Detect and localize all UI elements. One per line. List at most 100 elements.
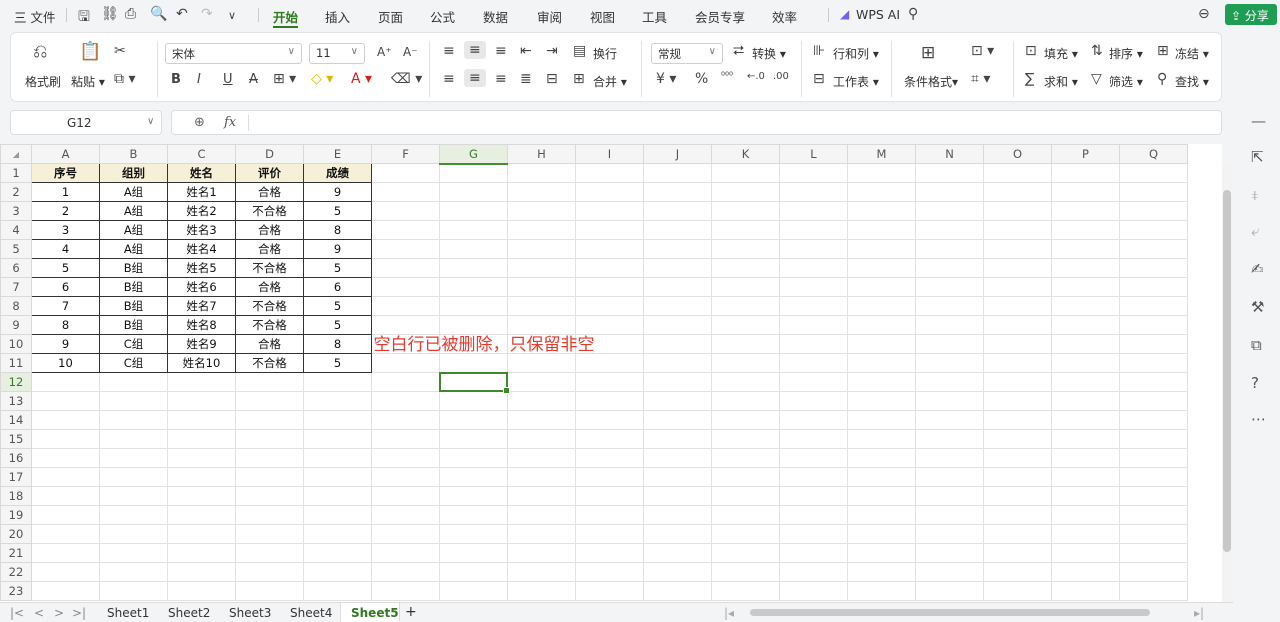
cell[interactable] (1119, 505, 1188, 525)
prev-sheet-icon[interactable]: < (34, 606, 44, 620)
cell[interactable] (371, 353, 440, 373)
cell[interactable] (99, 410, 168, 430)
cell[interactable]: 合格 (235, 239, 304, 259)
filter-icon[interactable]: ▽ (1091, 71, 1102, 87)
cell[interactable] (915, 448, 984, 468)
cell[interactable] (99, 372, 168, 392)
cell[interactable]: 序号 (31, 163, 100, 183)
cell[interactable]: 姓名 (167, 163, 236, 183)
sheet-tab-sheet5[interactable]: Sheet5 (351, 606, 399, 620)
sort-icon[interactable]: ⇅ (1091, 43, 1103, 59)
cell[interactable] (643, 486, 712, 506)
cell[interactable] (847, 524, 916, 544)
cell[interactable]: A组 (99, 220, 168, 240)
cell[interactable]: 姓名1 (167, 182, 236, 202)
cell[interactable] (643, 505, 712, 525)
fx-icon[interactable]: fx (224, 115, 236, 130)
font-name-select[interactable]: 宋体 ∨ (165, 43, 302, 64)
select-all-corner[interactable]: ◢ (0, 144, 32, 164)
tab-efficiency[interactable]: 效率 (772, 7, 797, 26)
cell[interactable] (915, 182, 984, 202)
cell[interactable] (1051, 562, 1120, 582)
cell[interactable] (99, 467, 168, 487)
cell[interactable] (983, 448, 1052, 468)
cell[interactable] (847, 315, 916, 335)
cell[interactable] (575, 543, 644, 563)
cell[interactable] (439, 467, 508, 487)
cell[interactable]: 8 (31, 315, 100, 335)
cell[interactable] (439, 505, 508, 525)
cell[interactable] (847, 277, 916, 297)
cell[interactable] (779, 505, 848, 525)
cell[interactable]: 姓名3 (167, 220, 236, 240)
cut-icon[interactable]: ✂ (114, 43, 126, 59)
cell[interactable] (303, 543, 372, 563)
cell[interactable] (1119, 372, 1188, 392)
cell[interactable] (1051, 581, 1120, 601)
align-right-icon[interactable]: ≡ (495, 71, 507, 87)
cell[interactable] (779, 353, 848, 373)
cell[interactable] (983, 467, 1052, 487)
align-middle-icon[interactable]: ≡ (464, 41, 486, 59)
cell[interactable] (1119, 429, 1188, 449)
cell[interactable] (167, 581, 236, 601)
cell[interactable]: 8 (303, 334, 372, 354)
cell[interactable] (575, 353, 644, 373)
cell[interactable] (235, 562, 304, 582)
spreadsheet-grid[interactable]: ◢ A B C D E F G H I J K L M N O P Q 1 序号 组别 姓名 评价 成绩 2 1 A组 姓名1 合格 9… (0, 144, 1222, 602)
cell[interactable] (371, 448, 440, 468)
cell[interactable] (235, 410, 304, 430)
cell[interactable] (915, 201, 984, 221)
cell[interactable] (507, 391, 576, 411)
justify-icon[interactable]: ≣ (520, 71, 532, 87)
cell[interactable] (779, 562, 848, 582)
column-header[interactable]: G (439, 144, 508, 165)
comment-icon[interactable]: ⊖ (1198, 6, 1210, 22)
row-header[interactable]: 8 (0, 296, 32, 316)
formula-bar[interactable]: ⊕ fx (171, 110, 1222, 135)
cell[interactable] (575, 239, 644, 259)
percent-icon[interactable]: % (695, 71, 708, 87)
row-header[interactable]: 3 (0, 201, 32, 221)
cell[interactable] (235, 467, 304, 487)
row-header[interactable]: 9 (0, 315, 32, 335)
cell[interactable] (779, 372, 848, 392)
cell[interactable]: 姓名2 (167, 201, 236, 221)
cell[interactable] (1051, 277, 1120, 297)
row-header[interactable]: 7 (0, 277, 32, 297)
cell[interactable] (1051, 296, 1120, 316)
cell[interactable]: C组 (99, 353, 168, 373)
cell[interactable] (915, 163, 984, 183)
cell[interactable] (235, 429, 304, 449)
cell[interactable] (1051, 353, 1120, 373)
cell[interactable] (847, 182, 916, 202)
cell[interactable]: A组 (99, 182, 168, 202)
search-icon[interactable]: ⚲ (908, 6, 918, 22)
cell[interactable] (711, 524, 780, 544)
properties-icon[interactable]: ⧧ (1251, 186, 1259, 204)
cell[interactable] (167, 524, 236, 544)
cell[interactable] (167, 486, 236, 506)
cell[interactable] (371, 239, 440, 259)
cell[interactable] (575, 182, 644, 202)
more-icon[interactable]: ⋯ (1251, 410, 1266, 428)
find-button[interactable]: 查找 ▾ (1175, 73, 1209, 90)
cell[interactable] (779, 296, 848, 316)
cell[interactable] (915, 486, 984, 506)
tab-formula[interactable]: 公式 (430, 7, 455, 26)
scroll-right-icon[interactable]: ▸| (1194, 606, 1204, 620)
cell[interactable] (439, 163, 508, 183)
cell[interactable] (711, 467, 780, 487)
cell[interactable] (983, 201, 1052, 221)
cell[interactable] (915, 391, 984, 411)
cell[interactable] (643, 239, 712, 259)
cell[interactable]: 评价 (235, 163, 304, 183)
cell[interactable] (983, 315, 1052, 335)
cell[interactable] (99, 524, 168, 544)
column-header[interactable]: P (1051, 144, 1120, 164)
cell[interactable] (983, 562, 1052, 582)
cell[interactable] (1051, 543, 1120, 563)
cell[interactable] (235, 372, 304, 392)
row-header[interactable]: 21 (0, 543, 32, 563)
cell[interactable] (371, 410, 440, 430)
